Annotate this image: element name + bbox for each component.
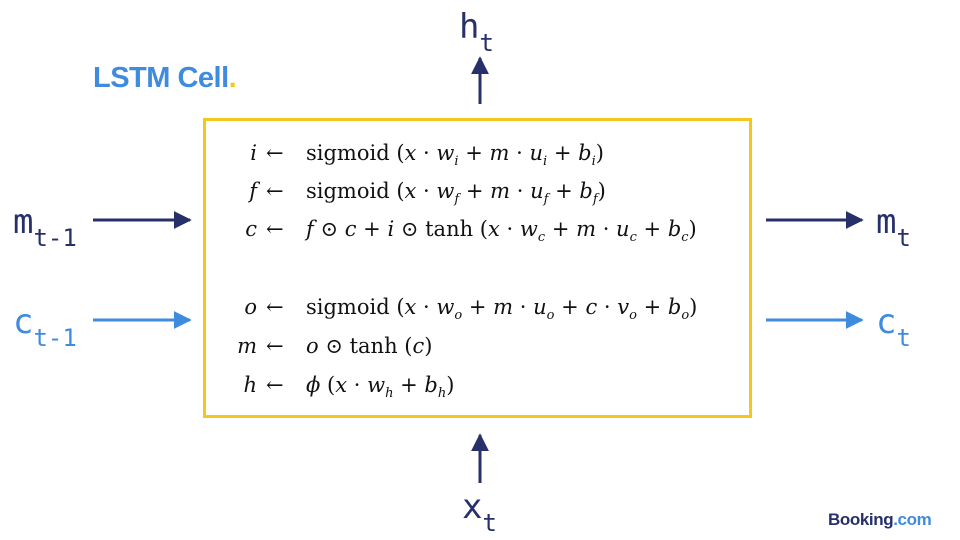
equation-lhs: m (237, 334, 257, 358)
output-m-sub: t (896, 224, 911, 252)
output-m-main: m (876, 202, 897, 242)
brand-suffix: .com (893, 510, 932, 529)
equation-lhs: i (250, 141, 257, 165)
equation-output-gate: o ← sigmoid (x · wo + m · uo + c · vo + … (206, 295, 749, 325)
equation-rhs: sigmoid (x · wi + m · ui + bi) (306, 141, 604, 170)
output-c-sub: t (896, 324, 911, 352)
assign-arrow: ← (266, 179, 284, 203)
output-m-label: mt (876, 202, 911, 250)
input-c-sub: t-1 (33, 324, 77, 352)
equation-lhs: f (249, 179, 257, 203)
equation-hidden: h ← ϕ (x · wh + bh) (206, 373, 749, 403)
equation-cell-state: c ← f ⊙ c + i ⊙ tanh (x · wc + m · uc + … (206, 217, 749, 247)
booking-logo: Booking.com (828, 510, 932, 530)
input-c-main: c (13, 302, 34, 342)
input-m-label: mt-1 (13, 202, 77, 250)
input-m-main: m (13, 202, 34, 242)
input-x-main: x (462, 487, 483, 527)
equation-lhs: o (244, 295, 257, 319)
assign-arrow: ← (266, 217, 284, 241)
input-c-label: ct-1 (13, 302, 77, 350)
equation-lhs: h (243, 373, 257, 397)
equation-lhs: c (245, 217, 257, 241)
assign-arrow: ← (266, 334, 284, 358)
output-c-main: c (876, 302, 897, 342)
assign-arrow: ← (266, 141, 284, 165)
brand-name: Booking (828, 510, 894, 529)
input-x-label: xt (462, 487, 497, 535)
equation-rhs: sigmoid (x · wo + m · uo + c · vo + bo) (306, 295, 698, 324)
input-m-sub: t-1 (33, 224, 77, 252)
equation-input-gate: i ← sigmoid (x · wi + m · ui + bi) (206, 141, 749, 171)
output-h-sub: t (479, 29, 494, 57)
assign-arrow: ← (266, 373, 284, 397)
output-c-label: ct (876, 302, 911, 350)
output-h-label: ht (459, 7, 494, 55)
equation-forget-gate: f ← sigmoid (x · wf + m · uf + bf) (206, 179, 749, 209)
lstm-cell-box: i ← sigmoid (x · wi + m · ui + bi) f ← s… (203, 118, 752, 418)
equation-rhs: ϕ (x · wh + bh) (306, 373, 455, 402)
equation-memory: m ← o ⊙ tanh (c) (206, 334, 749, 364)
assign-arrow: ← (266, 295, 284, 319)
input-x-sub: t (482, 509, 497, 537)
output-h-main: h (459, 7, 480, 47)
equation-rhs: sigmoid (x · wf + m · uf + bf) (306, 179, 606, 208)
equation-rhs: o ⊙ tanh (c) (306, 334, 433, 358)
equation-rhs: f ⊙ c + i ⊙ tanh (x · wc + m · uc + bc) (306, 217, 697, 246)
